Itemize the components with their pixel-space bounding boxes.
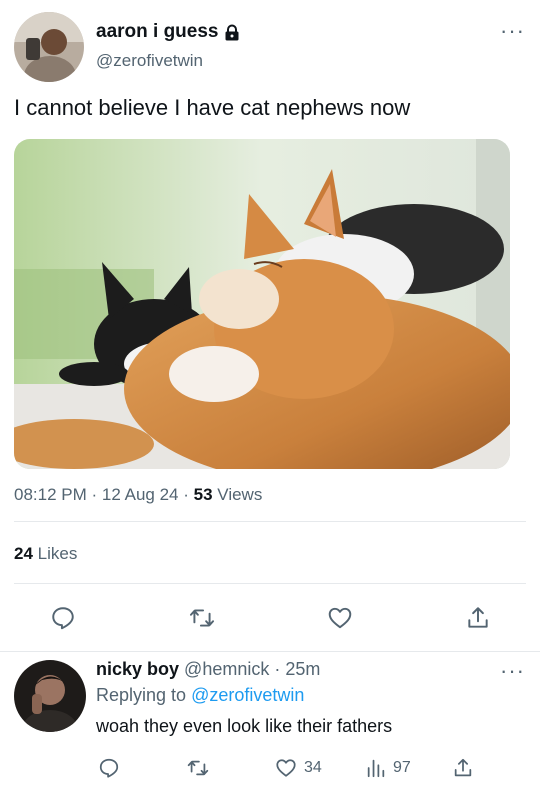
more-options-icon[interactable]: ··· xyxy=(500,20,525,42)
divider xyxy=(0,651,540,652)
lock-icon xyxy=(224,24,240,41)
author-name[interactable]: aaron i guess xyxy=(96,21,219,43)
reply-views-button[interactable]: 97 xyxy=(365,757,411,779)
views-count: 53 xyxy=(193,485,213,504)
reply-share-icon[interactable] xyxy=(452,756,474,780)
divider xyxy=(14,521,526,522)
reply-like-icon xyxy=(274,757,298,779)
likes-label: Likes xyxy=(37,544,78,563)
reply-time[interactable]: 25m xyxy=(285,659,320,679)
tweet-meta: 08:12 PM · 12 Aug 24 · 53 Views xyxy=(14,485,262,505)
reply-icon[interactable] xyxy=(50,605,76,631)
reply-separator: · xyxy=(274,659,281,679)
replying-to-label: Replying to xyxy=(96,685,187,705)
replying-to-link[interactable]: @zerofivetwin xyxy=(191,685,304,705)
reply-reply-icon[interactable] xyxy=(98,757,120,779)
reply-like-count: 34 xyxy=(304,759,322,776)
views-chart-icon xyxy=(365,757,387,779)
views-label: Views xyxy=(217,485,263,504)
tweet-text: I cannot believe I have cat nephews now xyxy=(14,95,411,120)
meta-separator: · xyxy=(91,485,98,504)
reply-like-button[interactable]: 34 xyxy=(274,757,322,779)
tweet-date: 12 Aug 24 xyxy=(101,485,179,504)
reply-more-options-icon[interactable]: ··· xyxy=(500,660,525,682)
meta-separator: · xyxy=(183,485,189,504)
tweet-image[interactable] xyxy=(14,139,510,469)
reply-author-handle[interactable]: @hemnick xyxy=(184,659,269,679)
author-handle[interactable]: @zerofivetwin xyxy=(96,51,203,71)
divider xyxy=(14,583,526,584)
like-icon[interactable] xyxy=(326,605,354,631)
likes-summary[interactable]: 24 Likes xyxy=(14,544,77,564)
reply-text: woah they even look like their fathers xyxy=(96,716,393,736)
tweet-time: 08:12 PM xyxy=(14,485,87,504)
retweet-icon[interactable] xyxy=(188,605,216,631)
reply-retweet-icon[interactable] xyxy=(186,757,210,779)
share-icon[interactable] xyxy=(465,604,491,632)
reply-author-avatar[interactable] xyxy=(14,660,86,732)
likes-count: 24 xyxy=(14,544,33,563)
author-avatar[interactable] xyxy=(14,12,84,82)
reply-author-name[interactable]: nicky boy xyxy=(96,659,179,679)
reply-views-count: 97 xyxy=(393,759,411,776)
